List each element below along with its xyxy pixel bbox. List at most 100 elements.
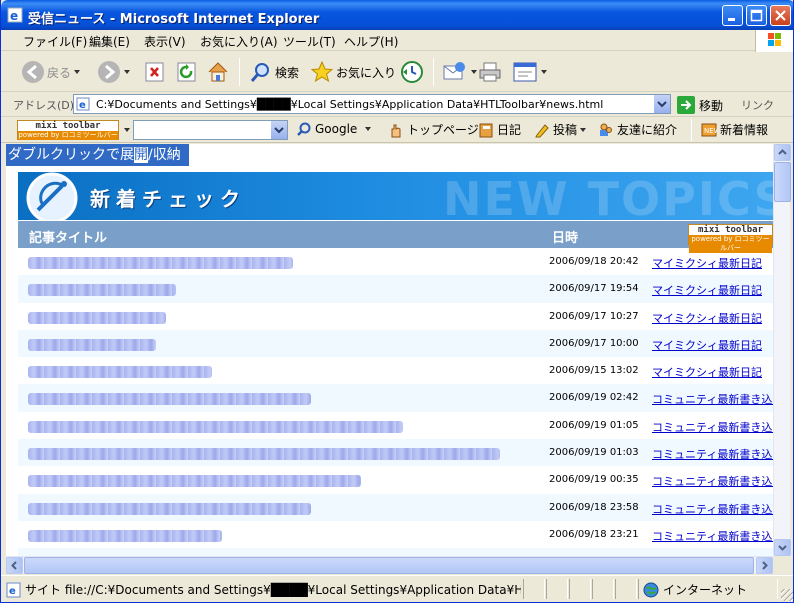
row-source-link[interactable]: マイミクシィ最新日記 [652, 337, 762, 353]
row-source-link[interactable]: コミュニティ最新書き込み [652, 446, 773, 462]
menu-edit[interactable]: 編集(E) [89, 33, 130, 50]
news-row: 2006/09/19 01:05 コミュニティ最新書き込み [18, 412, 773, 439]
mail-button[interactable] [442, 58, 477, 86]
history-button[interactable] [400, 58, 424, 86]
row-date: 2006/09/18 23:21 [549, 528, 639, 540]
pencil-icon [535, 123, 549, 137]
svg-text:e: e [9, 586, 16, 597]
back-button[interactable]: 戻る [21, 58, 81, 86]
row-date: 2006/09/18 20:42 [549, 256, 639, 267]
address-dropdown[interactable] [653, 95, 670, 113]
windows-logo [755, 30, 793, 52]
google-search-button[interactable]: Google [296, 121, 372, 137]
mixi-search-dropdown[interactable] [270, 121, 287, 139]
security-zone[interactable]: インターネット [643, 581, 747, 598]
redacted-article-title[interactable] [28, 284, 176, 297]
column-header-title: 記事タイトル [29, 231, 108, 246]
go-button[interactable]: 移動 [677, 96, 723, 114]
vertical-scrollbar[interactable] [773, 144, 791, 556]
svg-text:e: e [79, 100, 86, 111]
new-check-banner: NEW TOPICS 新着チェック [18, 172, 773, 220]
mixi-top-page-button[interactable]: トップページ [388, 121, 479, 138]
row-date: 2006/09/17 10:27 [549, 310, 639, 322]
horizontal-scroll-thumb[interactable] [24, 557, 754, 574]
row-date: 2006/09/18 23:58 [549, 501, 639, 513]
mixi-introduce-button[interactable]: 友達に紹介 [598, 121, 677, 138]
refresh-button[interactable] [176, 58, 198, 86]
mixi-search-input[interactable] [133, 120, 288, 140]
title-bar[interactable]: e 受信ニュース - Microsoft Internet Explorer [1, 0, 793, 30]
mixi-item-label: 投稿 [553, 123, 578, 137]
ie-icon: e [7, 7, 23, 23]
mixi-post-button[interactable]: 投稿 [534, 121, 587, 138]
menu-tools[interactable]: ツール(T) [283, 33, 336, 50]
menu-favorites[interactable]: お気に入り(A) [200, 33, 278, 50]
redacted-article-title[interactable] [28, 448, 500, 461]
home-button[interactable] [206, 58, 230, 86]
row-date: 2006/09/19 01:05 [549, 419, 639, 431]
redacted-article-title[interactable] [28, 311, 166, 324]
mixi-toolbar-logo[interactable]: mixi toolbar powered by ロコミツールバー [17, 120, 119, 140]
mixi-new-info-button[interactable]: NEW 新着情報 [701, 121, 768, 138]
close-button[interactable] [770, 5, 791, 26]
stop-button[interactable] [144, 58, 166, 86]
row-date: 2006/09/17 10:00 [549, 337, 639, 349]
mixi-logo-dropdown-icon[interactable] [124, 128, 130, 132]
scroll-down-button[interactable] [774, 539, 791, 556]
row-source-link[interactable]: コミュニティ最新書き込み [652, 528, 773, 544]
edit-button[interactable] [512, 58, 547, 86]
redacted-article-title[interactable] [28, 529, 222, 542]
menu-bar: ファイル(F) 編集(E) 表示(V) お気に入り(A) ツール(T) ヘルプ(… [1, 30, 793, 51]
row-source-link[interactable]: コミュニティ最新書き込み [652, 501, 773, 517]
row-source-link[interactable]: マイミクシィ最新日記 [652, 364, 762, 380]
scroll-up-button[interactable] [774, 144, 791, 161]
edit-dropdown-icon [541, 70, 547, 74]
menu-file[interactable]: ファイル(F) [23, 33, 87, 50]
mail-icon [443, 62, 465, 80]
redacted-article-title[interactable] [28, 502, 311, 515]
mixi-diary-button[interactable]: 日記 [478, 121, 521, 138]
svg-text:NEW: NEW [704, 127, 717, 135]
resize-grip[interactable] [781, 589, 793, 601]
vertical-scroll-thumb[interactable] [774, 162, 791, 202]
row-source-link[interactable]: マイミクシィ最新日記 [652, 282, 762, 298]
row-source-link[interactable]: コミュニティ最新書き込み [652, 473, 773, 489]
search-button[interactable]: 検索 [249, 58, 299, 86]
redacted-article-title[interactable] [28, 420, 403, 433]
windows-flag-icon [768, 33, 781, 46]
scroll-right-button[interactable] [756, 557, 773, 574]
row-source-link[interactable]: マイミクシィ最新日記 [652, 255, 762, 271]
mixi-item-label: 友達に紹介 [617, 123, 678, 137]
row-source-link[interactable]: コミュニティ最新書き込み [652, 391, 773, 407]
address-input[interactable]: e C:¥Documents and Settings¥████¥Local S… [73, 94, 671, 114]
redacted-article-title[interactable] [28, 257, 293, 269]
favorites-button[interactable]: お気に入り [310, 58, 396, 86]
expand-collapse-toggle[interactable]: ダブルクリックで展開/収納 [6, 144, 189, 166]
refresh-icon [177, 62, 196, 82]
table-header: 記事タイトル 日時 mixi toolbar powered by ロコミツール… [18, 221, 773, 253]
row-source-link[interactable]: コミュニティ最新書き込み [652, 419, 773, 435]
horizontal-scrollbar[interactable] [6, 556, 773, 574]
redacted-article-title[interactable] [28, 366, 212, 379]
minimize-button[interactable] [722, 5, 743, 26]
scroll-left-button[interactable] [6, 557, 23, 574]
status-cell [569, 579, 591, 599]
chevron-down-icon [274, 127, 284, 134]
redacted-article-title[interactable] [28, 338, 156, 351]
svg-text:e: e [10, 9, 18, 23]
redacted-article-title[interactable] [28, 393, 311, 406]
row-date: 2006/09/19 00:35 [549, 474, 639, 486]
printer-icon [479, 62, 501, 82]
print-button[interactable] [478, 58, 502, 86]
links-label[interactable]: リンク [741, 97, 774, 113]
status-text: サイト file://C:¥Documents and Settings¥███… [25, 583, 521, 597]
row-source-link[interactable]: マイミクシィ最新日記 [652, 310, 762, 326]
maximize-button[interactable] [746, 5, 767, 26]
redacted-article-title[interactable] [28, 475, 361, 488]
back-label: 戻る [47, 65, 72, 80]
address-bar: アドレス(D) e C:¥Documents and Settings¥████… [1, 92, 793, 117]
chevron-down-icon [778, 545, 787, 551]
forward-button[interactable] [97, 58, 130, 86]
menu-help[interactable]: ヘルプ(H) [344, 33, 398, 50]
menu-view[interactable]: 表示(V) [144, 33, 186, 50]
